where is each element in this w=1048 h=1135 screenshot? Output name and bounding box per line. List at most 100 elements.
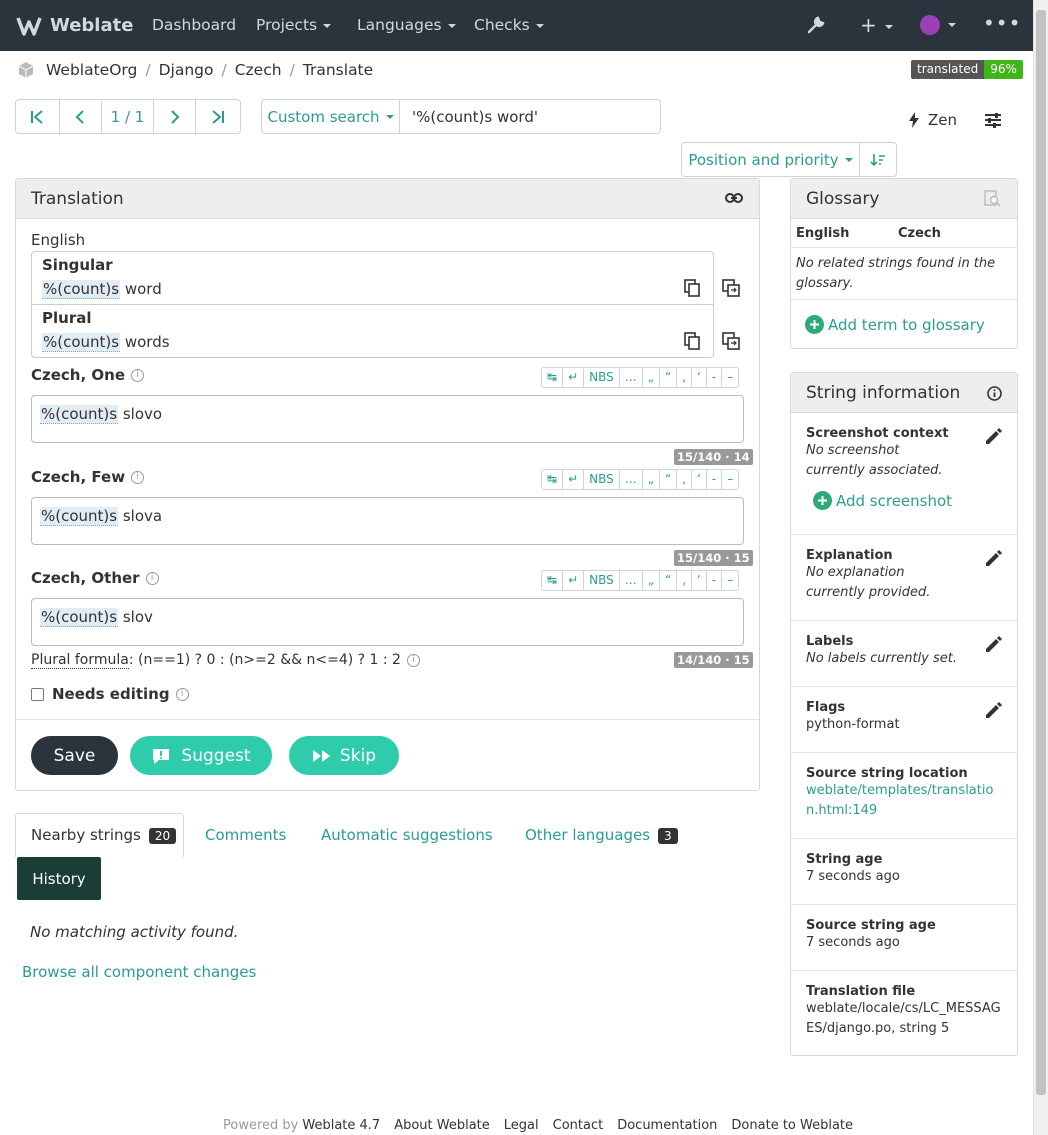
char-hyphen[interactable]: -: [707, 368, 723, 387]
char-newline[interactable]: ↵: [563, 571, 585, 590]
translated-badge[interactable]: translated 96%: [911, 60, 1023, 79]
search-input[interactable]: '%(count)s word': [400, 100, 660, 133]
char-hyphen[interactable]: -: [707, 571, 723, 590]
char-single-quote[interactable]: ‘: [692, 368, 707, 387]
char-dash[interactable]: –: [722, 571, 738, 590]
char-tab[interactable]: ↹: [542, 571, 564, 590]
char-nbsp[interactable]: NBS: [584, 368, 620, 387]
info-icon[interactable]: i: [131, 471, 145, 484]
nav-dashboard[interactable]: Dashboard: [152, 16, 236, 34]
char-nbsp[interactable]: NBS: [584, 470, 620, 489]
char-comma[interactable]: ,: [677, 470, 693, 489]
breadcrumb-component[interactable]: Django: [159, 61, 214, 79]
save-button[interactable]: Save: [31, 736, 118, 775]
user-avatar[interactable]: [920, 15, 956, 35]
char-quote-high[interactable]: “: [660, 470, 678, 489]
add-term-button[interactable]: Add term to glossary: [805, 315, 985, 334]
footer-legal-link[interactable]: Legal: [504, 1118, 539, 1133]
nav-checks[interactable]: Checks: [474, 16, 544, 34]
footer-documentation-link[interactable]: Documentation: [617, 1118, 717, 1133]
edit-pencil-icon[interactable]: [983, 427, 1003, 447]
sort-dropdown[interactable]: Position and priority: [682, 143, 860, 176]
char-comma[interactable]: ,: [677, 368, 693, 387]
scrollbar-thumb[interactable]: [1036, 10, 1046, 1095]
char-quote-low[interactable]: „: [643, 470, 660, 489]
skip-button[interactable]: Skip: [289, 736, 399, 775]
footer-about-link[interactable]: About Weblate: [394, 1118, 490, 1133]
tab-history[interactable]: History: [17, 857, 101, 900]
tab-comments[interactable]: Comments: [205, 826, 286, 844]
info-icon[interactable]: i: [145, 572, 159, 585]
char-comma[interactable]: ,: [677, 571, 693, 590]
breadcrumb-project[interactable]: WeblateOrg: [46, 61, 137, 79]
translation-input-one[interactable]: %(count)s slovo: [31, 395, 744, 443]
zen-button[interactable]: Zen: [908, 111, 957, 129]
char-single-quote[interactable]: ‘: [692, 470, 707, 489]
char-ellipsis[interactable]: …: [620, 470, 643, 489]
next-button[interactable]: [154, 100, 197, 133]
char-quote-high[interactable]: “: [660, 571, 678, 590]
first-button[interactable]: [16, 100, 60, 133]
translation-input-few[interactable]: %(count)s slova: [31, 497, 744, 545]
tab-other-languages[interactable]: Other languages 3: [525, 826, 678, 844]
placeholder-highlight[interactable]: %(count)s: [40, 507, 119, 526]
translation-input-other[interactable]: %(count)s slov: [31, 598, 744, 646]
add-menu[interactable]: +: [860, 13, 893, 37]
placeholder-highlight[interactable]: %(count)s: [42, 280, 121, 299]
edit-pencil-icon[interactable]: [983, 701, 1003, 721]
char-hyphen[interactable]: -: [707, 470, 723, 489]
edit-pencil-icon[interactable]: [983, 635, 1003, 655]
char-quote-low[interactable]: „: [643, 571, 660, 590]
search-mode-dropdown[interactable]: Custom search: [262, 100, 400, 133]
more-menu-icon[interactable]: •••: [983, 11, 1021, 35]
edit-pencil-icon[interactable]: [983, 549, 1003, 569]
previous-button[interactable]: [60, 100, 103, 133]
placeholder-highlight[interactable]: %(count)s: [40, 405, 119, 424]
needs-editing-checkbox[interactable]: [31, 687, 44, 701]
nav-languages[interactable]: Languages: [357, 16, 456, 34]
char-ellipsis[interactable]: …: [620, 571, 643, 590]
footer-donate-link[interactable]: Donate to Weblate: [731, 1118, 853, 1133]
breadcrumb-language[interactable]: Czech: [235, 61, 282, 79]
footer-contact-link[interactable]: Contact: [553, 1118, 604, 1133]
settings-sliders-icon[interactable]: [984, 111, 1002, 129]
info-icon[interactable]: i: [131, 369, 145, 382]
location-title: Source string location: [806, 766, 968, 781]
info-icon[interactable]: i: [406, 653, 420, 667]
source-location-link[interactable]: weblate/templates/translation.html:149: [806, 781, 1002, 821]
copy-icon[interactable]: [684, 279, 700, 297]
last-button[interactable]: [196, 100, 240, 133]
link-icon[interactable]: [725, 191, 743, 205]
sort-direction-button[interactable]: [860, 143, 896, 176]
char-tab[interactable]: ↹: [542, 368, 564, 387]
info-icon[interactable]: i: [175, 687, 189, 701]
plural-formula-label[interactable]: Plural formula: [31, 652, 129, 669]
add-screenshot-button[interactable]: Add screenshot: [813, 491, 952, 510]
char-dash[interactable]: –: [722, 470, 738, 489]
char-single-quote[interactable]: ‘: [692, 571, 707, 590]
clone-to-translation-icon[interactable]: [722, 332, 740, 350]
char-ellipsis[interactable]: …: [620, 368, 643, 387]
char-newline[interactable]: ↵: [563, 470, 585, 489]
placeholder-highlight[interactable]: %(count)s: [40, 608, 119, 627]
copy-icon[interactable]: [684, 332, 700, 350]
search-glossary-icon[interactable]: [984, 190, 1001, 207]
tab-nearby-strings[interactable]: Nearby strings 20: [31, 826, 177, 844]
info-circle-icon[interactable]: [987, 386, 1002, 401]
nav-projects[interactable]: Projects: [256, 16, 332, 34]
tab-automatic-suggestions[interactable]: Automatic suggestions: [321, 826, 493, 844]
scrollbar[interactable]: [1033, 0, 1048, 1135]
weblate-logo[interactable]: Weblate: [16, 12, 133, 38]
char-newline[interactable]: ↵: [563, 368, 585, 387]
char-nbsp[interactable]: NBS: [584, 571, 620, 590]
suggest-button[interactable]: Suggest: [130, 736, 272, 775]
char-dash[interactable]: –: [722, 368, 738, 387]
placeholder-highlight[interactable]: %(count)s: [42, 333, 121, 352]
wrench-icon[interactable]: [806, 15, 826, 35]
browse-changes-link[interactable]: Browse all component changes: [22, 963, 256, 981]
char-quote-low[interactable]: „: [643, 368, 660, 387]
clone-to-translation-icon[interactable]: [722, 279, 740, 297]
char-quote-high[interactable]: “: [660, 368, 678, 387]
char-tab[interactable]: ↹: [542, 470, 564, 489]
footer-version-link[interactable]: Weblate 4.7: [302, 1118, 380, 1133]
